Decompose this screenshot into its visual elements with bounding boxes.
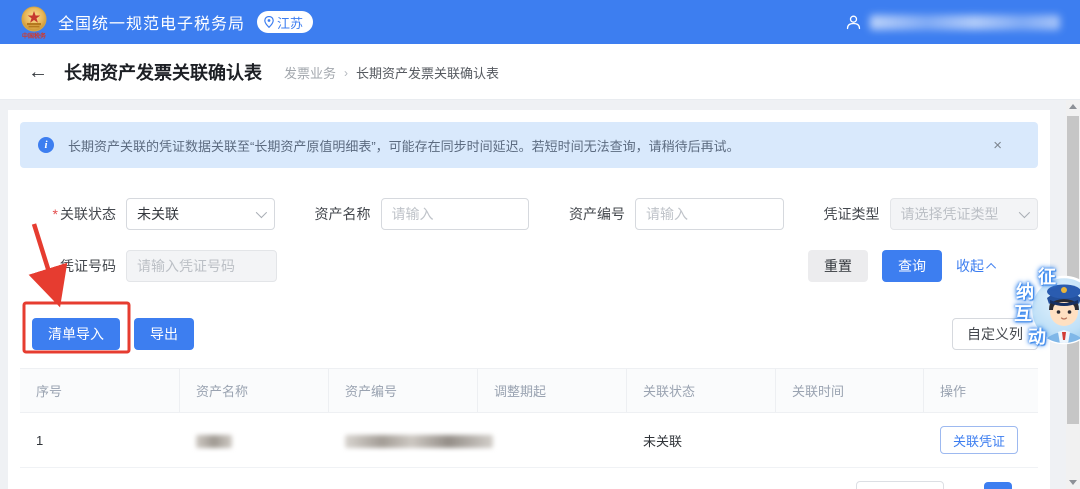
info-banner: i 长期资产关联的凭证数据关联至“长期资产原值明细表”，可能存在同步时间延迟。若… bbox=[20, 122, 1038, 168]
chevron-down-icon bbox=[1019, 207, 1030, 218]
voucher-type-placeholder: 请选择凭证类型 bbox=[901, 204, 1020, 224]
page-header: ← 长期资产发票关联确认表 发票业务 › 长期资产发票关联确认表 bbox=[0, 44, 1080, 100]
export-button[interactable]: 导出 bbox=[134, 318, 194, 350]
filter-label-asset-number: 资产编号 bbox=[529, 204, 625, 224]
link-voucher-button[interactable]: 关联凭证 bbox=[940, 426, 1018, 454]
asset-name-input[interactable] bbox=[392, 206, 519, 222]
collapse-link[interactable]: 收起 bbox=[956, 256, 996, 276]
pagination: 10 条/页 ‹ 1 › bbox=[856, 481, 1038, 489]
asset-number-input[interactable] bbox=[646, 206, 773, 222]
cell-action: 关联凭证 bbox=[924, 413, 1038, 468]
back-button[interactable]: ← bbox=[28, 62, 48, 82]
cell-status: 未关联 bbox=[627, 413, 776, 468]
cell-seq: 1 bbox=[20, 413, 180, 468]
required-asterisk: * bbox=[53, 206, 58, 222]
mascot-char: 纳 bbox=[1016, 283, 1034, 301]
filter-label-voucher-number: 凭证号码 bbox=[20, 256, 116, 276]
table-footer: 共 1 条 10 条/页 ‹ 1 › bbox=[20, 481, 1038, 489]
voucher-number-input[interactable] bbox=[137, 258, 266, 274]
user-name-redacted bbox=[870, 15, 1060, 30]
search-button[interactable]: 查询 bbox=[882, 250, 942, 282]
reset-button[interactable]: 重置 bbox=[808, 250, 868, 282]
assets-table: 序号 资产名称 资产编号 调整期起 关联状态 关联时间 操作 1 未关联 bbox=[20, 368, 1038, 468]
cell-asset-name bbox=[180, 413, 329, 468]
breadcrumb-item-invoice-business[interactable]: 发票业务 bbox=[284, 63, 336, 82]
svg-text:中国税务: 中国税务 bbox=[22, 32, 47, 40]
page-size-select[interactable]: 10 条/页 bbox=[856, 481, 944, 489]
filter-form: *关联状态 未关联 资产名称 资产编号 bbox=[20, 198, 1038, 282]
location-badge[interactable]: 江苏 bbox=[257, 11, 313, 33]
scrollbar-down-arrow[interactable] bbox=[1069, 480, 1077, 485]
collapse-label: 收起 bbox=[956, 256, 984, 276]
table-header-row: 序号 资产名称 资产编号 调整期起 关联状态 关联时间 操作 bbox=[20, 369, 1038, 413]
current-page-button[interactable]: 1 bbox=[984, 482, 1012, 489]
location-label: 江苏 bbox=[277, 13, 303, 32]
filter-label-association-status: *关联状态 bbox=[20, 204, 116, 224]
asset-number-redacted bbox=[345, 435, 493, 448]
col-header-status: 关联状态 bbox=[627, 369, 776, 413]
asset-name-redacted bbox=[196, 435, 232, 448]
breadcrumb-separator: › bbox=[344, 66, 348, 80]
col-header-asset-name: 资产名称 bbox=[180, 369, 329, 413]
asset-number-input-wrap bbox=[635, 198, 784, 230]
col-header-adjust-start: 调整期起 bbox=[478, 369, 627, 413]
page-title: 长期资产发票关联确认表 bbox=[64, 59, 262, 85]
user-icon bbox=[845, 14, 862, 31]
content-area: i 长期资产关联的凭证数据关联至“长期资产原值明细表”，可能存在同步时间延迟。若… bbox=[0, 100, 1080, 489]
cell-time bbox=[776, 413, 924, 468]
user-menu[interactable] bbox=[845, 14, 1060, 31]
col-header-seq: 序号 bbox=[20, 369, 180, 413]
breadcrumb: 发票业务 › 长期资产发票关联确认表 bbox=[284, 63, 499, 82]
col-header-asset-number: 资产编号 bbox=[329, 369, 478, 413]
list-import-button[interactable]: 清单导入 bbox=[32, 318, 120, 350]
voucher-number-input-wrap bbox=[126, 250, 277, 282]
filter-label-asset-name: 资产名称 bbox=[275, 204, 371, 224]
app-title: 全国统一规范电子税务局 bbox=[58, 10, 245, 34]
table-toolbar: 清单导入 导出 自定义列 bbox=[32, 318, 1038, 350]
main-card: i 长期资产关联的凭证数据关联至“长期资产原值明细表”，可能存在同步时间延迟。若… bbox=[8, 110, 1050, 489]
info-icon: i bbox=[38, 137, 54, 153]
col-header-time: 关联时间 bbox=[776, 369, 924, 413]
info-banner-text: 长期资产关联的凭证数据关联至“长期资产原值明细表”，可能存在同步时间延迟。若短时… bbox=[68, 136, 975, 155]
cell-adjust-start bbox=[478, 413, 627, 468]
tax-interaction-widget[interactable]: 征 纳 互 动 bbox=[1010, 266, 1080, 356]
mascot-char: 互 bbox=[1014, 305, 1032, 323]
chevron-up-icon bbox=[986, 262, 996, 272]
location-pin-icon bbox=[264, 16, 274, 28]
asset-name-input-wrap bbox=[381, 198, 530, 230]
mascot-char: 动 bbox=[1028, 328, 1046, 346]
col-header-action: 操作 bbox=[924, 369, 1038, 413]
national-emblem-logo: 中国税务 bbox=[20, 6, 48, 40]
voucher-type-select[interactable]: 请选择凭证类型 bbox=[890, 198, 1039, 230]
breadcrumb-item-current: 长期资产发票关联确认表 bbox=[356, 63, 499, 82]
chevron-down-icon bbox=[255, 207, 266, 218]
filter-label-voucher-type: 凭证类型 bbox=[784, 204, 880, 224]
top-header-bar: 中国税务 全国统一规范电子税务局 江苏 bbox=[0, 0, 1080, 44]
banner-close-icon[interactable]: × bbox=[989, 135, 1006, 156]
association-status-value: 未关联 bbox=[137, 204, 256, 224]
scrollbar-up-arrow[interactable] bbox=[1069, 104, 1077, 109]
table-row: 1 未关联 关联凭证 bbox=[20, 413, 1038, 468]
association-status-select[interactable]: 未关联 bbox=[126, 198, 275, 230]
mascot-char: 征 bbox=[1038, 268, 1056, 286]
cell-asset-number bbox=[329, 413, 478, 468]
